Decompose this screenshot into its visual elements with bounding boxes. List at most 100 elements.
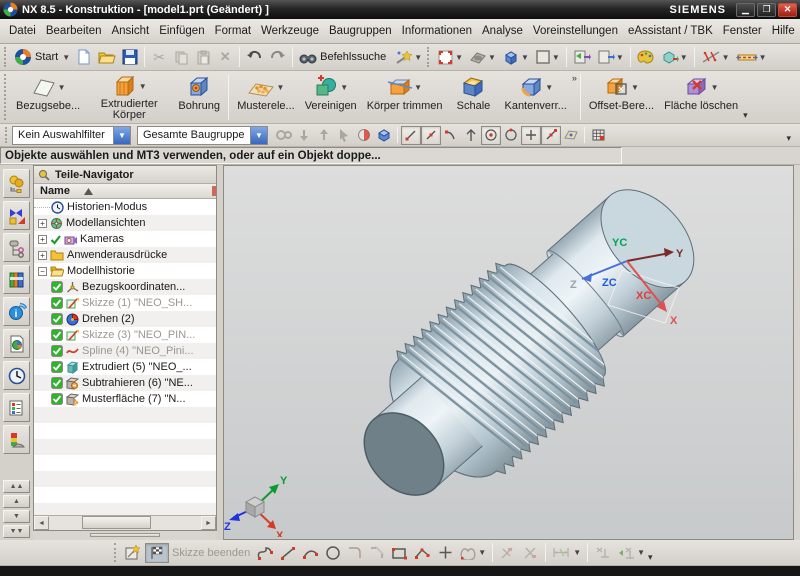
menu-datei[interactable]: Datei <box>4 22 41 40</box>
nx-start-button[interactable]: Start▼ <box>11 46 73 68</box>
tree-row-user-expressions[interactable]: + Anwenderausdrücke <box>34 247 216 263</box>
menu-baugruppen[interactable]: Baugruppen <box>324 22 397 40</box>
deselect-button[interactable] <box>334 126 354 145</box>
snap-scope-button[interactable] <box>354 126 374 145</box>
redo-button[interactable] <box>266 46 289 68</box>
checkbox-checked-icon[interactable] <box>51 297 63 309</box>
copy-button[interactable] <box>170 46 192 68</box>
studio-spline-button[interactable]: ▼ <box>456 542 489 564</box>
resource-scroll-top-button[interactable]: ▲▲ <box>3 480 30 493</box>
menu-fenster[interactable]: Fenster <box>718 22 767 40</box>
menu-informationen[interactable]: Informationen <box>397 22 477 40</box>
snap-quadrant-button[interactable] <box>501 126 521 145</box>
unite-button[interactable]: ▼ Vereinigen <box>300 71 362 123</box>
checkbox-checked-icon[interactable] <box>51 345 63 357</box>
select-next-button[interactable] <box>314 126 334 145</box>
window-new-button[interactable] <box>570 46 594 68</box>
inferred-dimension-button[interactable]: ▼ <box>549 542 584 564</box>
panel-resize-sash[interactable] <box>33 531 217 539</box>
graphics-viewport[interactable]: YC ZC XC Y Z X <box>223 165 794 540</box>
selection-filter-caret-icon[interactable]: ▼ <box>113 127 130 144</box>
reuse-library-tab[interactable] <box>3 265 30 294</box>
toolbar-grip[interactable] <box>4 47 9 67</box>
scroll-track[interactable] <box>49 516 201 530</box>
new-file-button[interactable] <box>73 46 95 68</box>
quick-trim-button[interactable] <box>496 542 519 564</box>
history-tab[interactable] <box>3 361 30 390</box>
shell-button[interactable]: Schale <box>447 71 499 123</box>
menu-eassistant-tbk[interactable]: eAssistant / TBK <box>623 22 718 40</box>
command-search-button[interactable]: Befehlssuche <box>296 46 392 68</box>
profile-tool-button[interactable] <box>253 542 277 564</box>
undo-button[interactable] <box>243 46 266 68</box>
selection-scope-caret-icon[interactable]: ▼ <box>250 127 267 144</box>
tree-row-cameras[interactable]: + Kameras <box>34 231 216 247</box>
selection-scope-combo[interactable]: Gesamte Baugruppe ▼ <box>137 126 268 145</box>
highlight-related-button[interactable] <box>274 126 294 145</box>
checkbox-checked-icon[interactable] <box>51 313 63 325</box>
paste-button[interactable] <box>192 46 214 68</box>
tree-row-sketch-1[interactable]: Skizze (1) "NEO_SH... <box>34 295 216 311</box>
tree-row-spline[interactable]: Spline (4) "NEO_Pini... <box>34 343 216 359</box>
arc-tool-button[interactable] <box>299 542 322 564</box>
expand-icon[interactable]: + <box>38 251 47 260</box>
tree-column-header[interactable]: Name <box>34 184 216 199</box>
circle-tool-button[interactable] <box>322 542 344 564</box>
role-palette-button[interactable] <box>634 46 658 68</box>
expand-icon[interactable]: + <box>38 219 47 228</box>
sash-handle[interactable] <box>90 533 160 537</box>
snap-control-point-button[interactable] <box>441 126 461 145</box>
menu-format[interactable]: Format <box>210 22 256 40</box>
constraint-navigator-tab[interactable] <box>3 201 30 230</box>
polygon-tool-button[interactable] <box>411 542 434 564</box>
work-part-cube-button[interactable] <box>374 126 394 145</box>
measure-length-button[interactable]: ▼ <box>733 46 770 68</box>
snap-grid-button[interactable] <box>588 126 608 145</box>
menu-werkzeuge[interactable]: Werkzeuge <box>256 22 324 40</box>
show-hide-button[interactable]: ▼ <box>658 46 691 68</box>
toolbar-grip[interactable] <box>427 47 432 67</box>
tree-row-model-history[interactable]: − Modellhistorie <box>34 263 216 279</box>
menu-analyse[interactable]: Analyse <box>477 22 528 40</box>
datum-plane-button[interactable]: ▼ Bezugsebe... <box>11 71 85 123</box>
point-tool-button[interactable] <box>434 542 456 564</box>
tree-row-subtract[interactable]: Subtrahieren (6) "NE... <box>34 375 216 391</box>
snap-endpoint-button[interactable] <box>401 126 421 145</box>
edge-blend-button[interactable]: ▼ Kantenverr... <box>499 71 571 123</box>
assembly-navigator-tab[interactable] <box>3 169 30 198</box>
quick-extend-button[interactable] <box>519 542 542 564</box>
snap-existing-point-button[interactable] <box>521 126 541 145</box>
close-button[interactable]: ✕ <box>778 3 797 17</box>
finish-sketch-button[interactable] <box>145 543 169 563</box>
save-button[interactable] <box>119 46 141 68</box>
line-tool-button[interactable] <box>277 542 299 564</box>
roles-tab[interactable] <box>3 425 30 454</box>
auto-constraints-button[interactable]: ▼ <box>614 542 648 564</box>
menu-einfuegen[interactable]: Einfügen <box>154 22 209 40</box>
orient-view-button[interactable]: ▼ <box>499 46 532 68</box>
checkbox-checked-icon[interactable] <box>51 281 63 293</box>
tree-row-extrude[interactable]: Extrudiert (5) "NEO_... <box>34 359 216 375</box>
offset-region-button[interactable]: ▼ Offset-Bere... <box>584 71 659 123</box>
tree-row-history-mode[interactable]: Historien-Modus <box>34 199 216 215</box>
tree-row-model-views[interactable]: + Modellansichten <box>34 215 216 231</box>
system-materials-tab[interactable] <box>3 393 30 422</box>
chamfer-tool-button[interactable] <box>366 542 388 564</box>
hole-button[interactable]: Bohrung <box>173 71 225 123</box>
toolbar-overflow-chevron[interactable]: » <box>572 71 577 83</box>
extrude-button[interactable]: ▼ Extrudierter Körper <box>85 71 173 123</box>
resource-scroll-bottom-button[interactable]: ▼▼ <box>3 525 30 538</box>
trim-body-button[interactable]: ▼ Körper trimmen <box>362 71 448 123</box>
scroll-left-button[interactable]: ◄ <box>34 516 49 530</box>
measure-distance-button[interactable]: ▼ <box>698 46 733 68</box>
toolbar-grip[interactable] <box>4 74 9 120</box>
toolbar-overflow-caret[interactable]: ▾ <box>743 108 748 123</box>
tree-row-sketch-3[interactable]: Skizze (3) "NEO_PIN... <box>34 327 216 343</box>
render-style-button[interactable]: ▼ <box>466 46 499 68</box>
menu-bearbeiten[interactable]: Bearbeiten <box>41 22 107 40</box>
tree-row-pattern-face[interactable]: Musterfläche (7) "N... <box>34 391 216 407</box>
geometric-constraints-button[interactable] <box>591 542 614 564</box>
toolbar-grip[interactable] <box>5 127 10 143</box>
checkbox-checked-icon[interactable] <box>51 393 63 405</box>
tree-row-datum-csys[interactable]: Bezugskoordinaten... <box>34 279 216 295</box>
